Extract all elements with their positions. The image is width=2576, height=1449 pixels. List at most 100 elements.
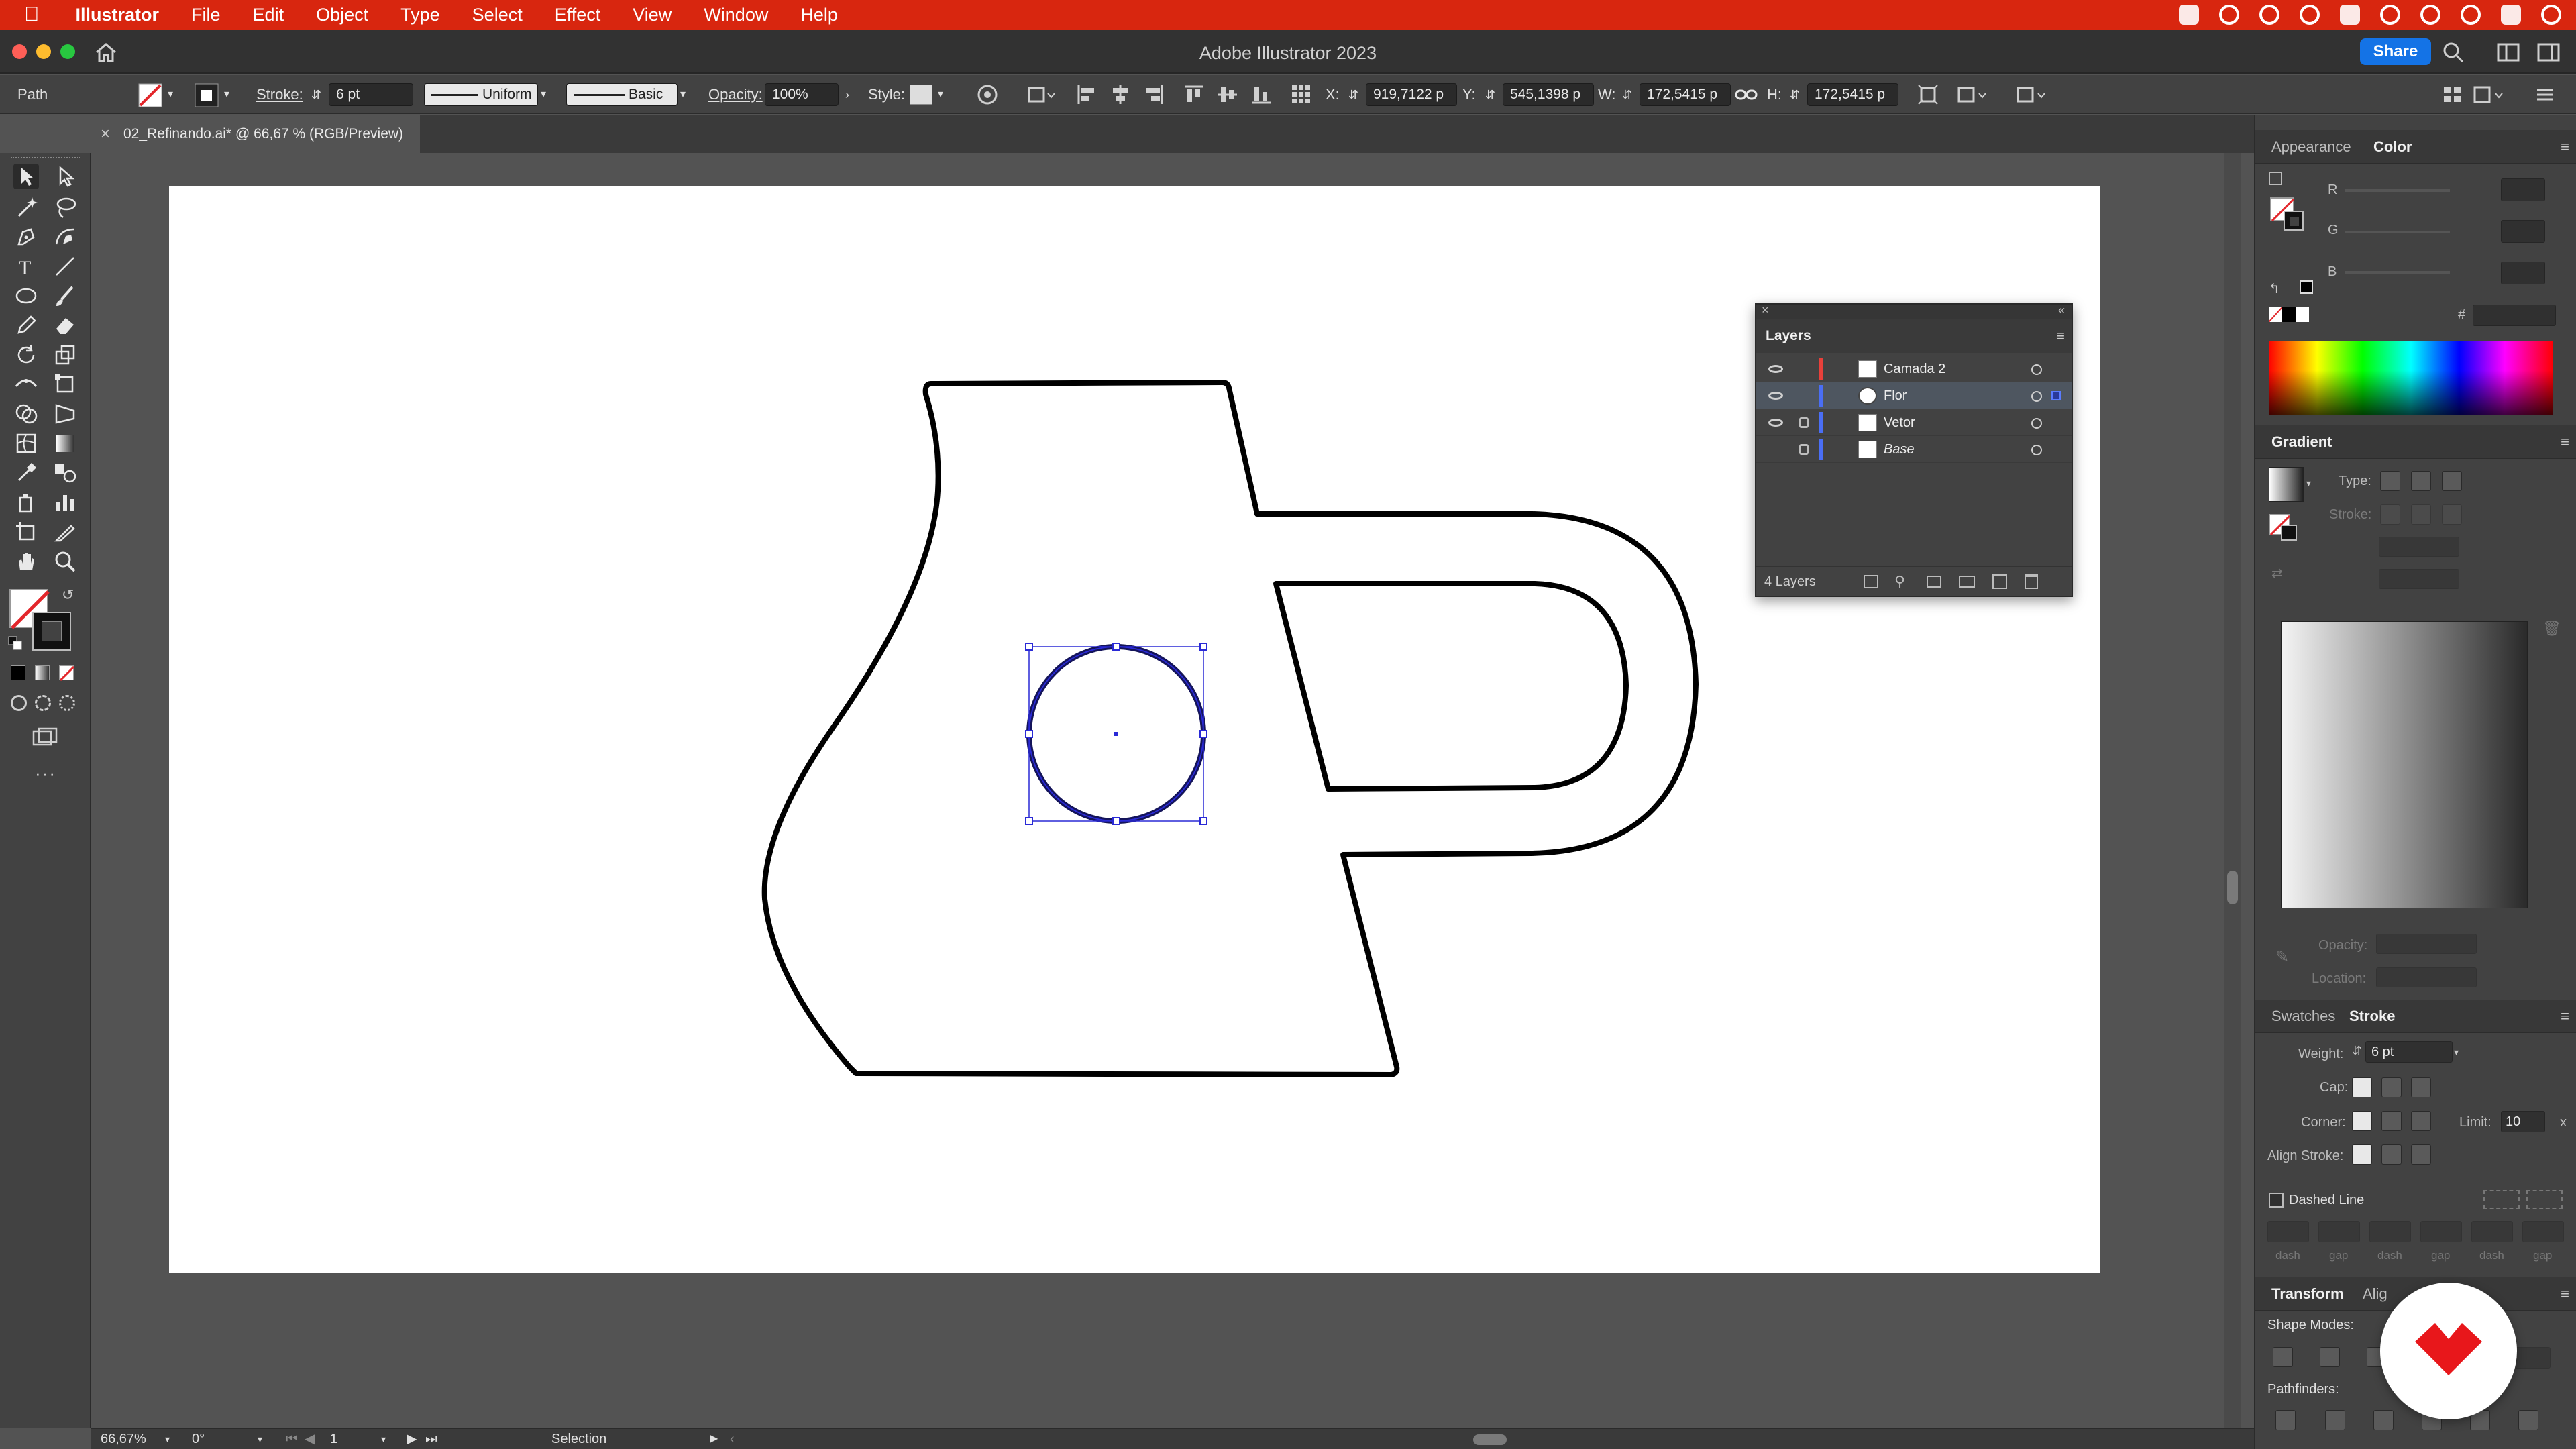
- out-of-gamut-icon[interactable]: ↰: [2269, 280, 2280, 297]
- last-color-swatch[interactable]: [2300, 280, 2313, 294]
- dash-preserve-button[interactable]: [2483, 1190, 2520, 1209]
- stroke-weight-field[interactable]: 6 pt: [329, 83, 413, 106]
- tab-transform[interactable]: Transform: [2271, 1277, 2344, 1311]
- pathfinder-panel-menu-icon[interactable]: ≡: [2561, 1277, 2569, 1311]
- handle-inner-path[interactable]: [1273, 581, 1629, 792]
- unite-button[interactable]: [2273, 1347, 2293, 1367]
- dash-align-button[interactable]: [2526, 1190, 2563, 1209]
- menu-app-name[interactable]: Illustrator: [60, 0, 176, 30]
- y-stepper-icon[interactable]: ⇵: [1485, 75, 1495, 114]
- clock-icon[interactable]: [2541, 5, 2561, 25]
- butt-cap-button[interactable]: [2352, 1077, 2372, 1097]
- gradient-panel-menu-icon[interactable]: ≡: [2561, 425, 2569, 459]
- symbol-sprayer-tool-icon[interactable]: [13, 490, 39, 515]
- dash-field-1[interactable]: [2267, 1221, 2309, 1242]
- tab-color[interactable]: Color: [2373, 130, 2412, 164]
- gradient-slider-preview[interactable]: [2281, 621, 2528, 908]
- swap-fill-stroke-icon[interactable]: ↺: [62, 586, 74, 604]
- scale-tool-icon[interactable]: [52, 342, 78, 368]
- gradient-eyedropper-icon[interactable]: ✎: [2275, 947, 2289, 967]
- menu-edit[interactable]: Edit: [237, 0, 301, 30]
- adobe-cc-icon[interactable]: [2179, 5, 2199, 25]
- variable-width-profile-select[interactable]: Uniform: [424, 83, 538, 106]
- layer-name[interactable]: Base: [1884, 436, 1915, 463]
- eraser-tool-icon[interactable]: [52, 313, 78, 338]
- color-g-field[interactable]: [2501, 220, 2545, 243]
- close-document-icon[interactable]: ×: [101, 115, 110, 153]
- artboard-number[interactable]: 1: [330, 1429, 337, 1449]
- menu-select[interactable]: Select: [456, 0, 539, 30]
- align-bottom-icon[interactable]: [1250, 84, 1272, 105]
- gradient-aspect-field[interactable]: [2379, 569, 2459, 589]
- menu-help[interactable]: Help: [784, 0, 854, 30]
- workspace-switcher-icon[interactable]: [2497, 42, 2520, 62]
- align-top-icon[interactable]: [1183, 84, 1205, 105]
- gradient-mode-icon[interactable]: [35, 665, 50, 680]
- transform-options-icon[interactable]: [1917, 84, 1939, 105]
- rotation-value[interactable]: 0°: [192, 1429, 205, 1449]
- hand-tool-icon[interactable]: [13, 549, 39, 574]
- delete-stop-icon[interactable]: 🗑: [2542, 620, 2561, 637]
- collapse-panel-icon[interactable]: «: [2058, 303, 2065, 317]
- first-artboard-icon[interactable]: ⏮: [286, 1429, 298, 1449]
- type-tool-icon[interactable]: T: [13, 254, 39, 279]
- align-stroke-center-button[interactable]: [2352, 1144, 2372, 1165]
- creative-cloud-icon[interactable]: [2259, 5, 2279, 25]
- workspace-layout-icon[interactable]: [2473, 84, 2505, 105]
- align-to-selection-icon[interactable]: [1026, 84, 1056, 105]
- align-stroke-inside-button[interactable]: [2381, 1144, 2402, 1165]
- trim-button[interactable]: [2325, 1410, 2345, 1430]
- layer-row[interactable]: Flor: [1756, 382, 2072, 409]
- wifi-icon[interactable]: [2420, 5, 2440, 25]
- align-horizontal-center-icon[interactable]: [1110, 84, 1131, 105]
- weight-dropdown-icon[interactable]: ▾: [2454, 1046, 2459, 1058]
- apple-menu-icon[interactable]: : [0, 3, 60, 26]
- fill-none-swatch-icon[interactable]: [138, 83, 162, 107]
- slice-tool-icon[interactable]: [52, 519, 78, 545]
- delete-layer-icon[interactable]: [2025, 574, 2038, 589]
- airdrop-icon[interactable]: [2380, 5, 2400, 25]
- gradient-stroke-along-button[interactable]: [2411, 504, 2431, 525]
- create-sublayer-icon[interactable]: [1959, 576, 1975, 588]
- spotlight-search-icon[interactable]: [2461, 5, 2481, 25]
- menu-type[interactable]: Type: [384, 0, 456, 30]
- quick-color-swatches[interactable]: [2268, 307, 2309, 323]
- stroke-swatch-icon[interactable]: [195, 83, 219, 107]
- last-artboard-icon[interactable]: ⏭: [425, 1429, 437, 1449]
- transform-reference-point-icon[interactable]: [1291, 84, 1312, 105]
- minus-front-button[interactable]: [2320, 1347, 2340, 1367]
- vertical-scroll-thumb[interactable]: [2227, 871, 2238, 904]
- hex-field[interactable]: [2473, 305, 2556, 326]
- gradient-tool-icon[interactable]: [52, 431, 78, 456]
- visibility-toggle[interactable]: [1766, 440, 1786, 459]
- share-button[interactable]: Share: [2360, 38, 2431, 65]
- gap-field-2[interactable]: [2420, 1221, 2462, 1242]
- eyedropper-tool-icon[interactable]: [13, 460, 39, 486]
- perspective-grid-tool-icon[interactable]: [52, 401, 78, 427]
- paintbrush-tool-icon[interactable]: [52, 283, 78, 309]
- tab-swatches[interactable]: Swatches: [2271, 1000, 2335, 1033]
- width-tool-icon[interactable]: [13, 372, 39, 397]
- layer-name[interactable]: Camada 2: [1884, 356, 1945, 382]
- free-transform-tool-icon[interactable]: [52, 372, 78, 397]
- screen-share-icon[interactable]: [2340, 5, 2360, 25]
- vertical-scrollbar[interactable]: [2224, 153, 2241, 1428]
- weight-field[interactable]: 6 pt: [2365, 1041, 2453, 1063]
- make-clipping-mask-icon[interactable]: [1927, 576, 1941, 588]
- direct-selection-tool-icon[interactable]: [52, 164, 78, 189]
- color-fill-stroke-small-icon[interactable]: [2269, 172, 2282, 185]
- create-new-layer-icon[interactable]: [1992, 574, 2007, 589]
- menu-window[interactable]: Window: [688, 0, 784, 30]
- gap-field-1[interactable]: [2318, 1221, 2360, 1242]
- color-spectrum[interactable]: [2269, 341, 2553, 415]
- constrain-proportions-link-icon[interactable]: [1735, 85, 1758, 104]
- draw-inside-icon[interactable]: [59, 695, 75, 711]
- gradient-location-field[interactable]: [2376, 967, 2477, 987]
- brush-definition-select[interactable]: Basic: [566, 83, 678, 106]
- limit-field[interactable]: 10: [2501, 1111, 2545, 1132]
- visibility-eye-icon[interactable]: [1768, 419, 1783, 427]
- weight-stepper-icon[interactable]: ⇵: [2352, 1044, 2362, 1058]
- menu-file[interactable]: File: [175, 0, 237, 30]
- opacity-field[interactable]: 100%: [765, 83, 839, 106]
- draw-normal-icon[interactable]: [11, 695, 27, 711]
